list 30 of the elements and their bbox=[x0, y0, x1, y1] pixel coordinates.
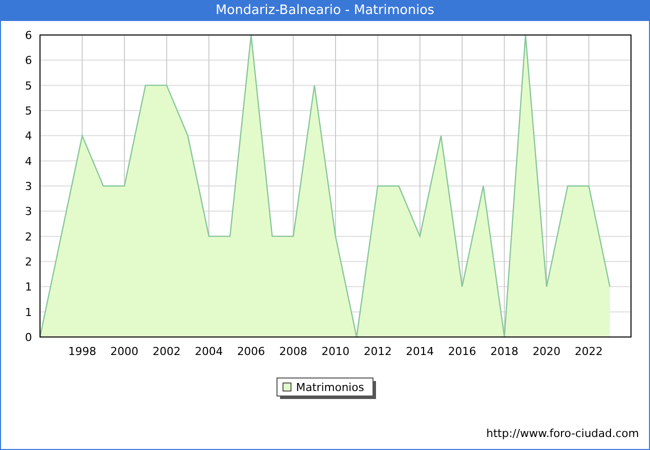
x-tick-label: 2020 bbox=[532, 345, 561, 358]
x-tick-label: 2006 bbox=[237, 345, 266, 358]
y-tick-label: 1 bbox=[25, 306, 32, 319]
x-tick-label: 2022 bbox=[574, 345, 603, 358]
x-tick-label: 2010 bbox=[322, 345, 350, 358]
y-tick-label: 2 bbox=[25, 230, 32, 244]
y-tick-label: 1 bbox=[25, 280, 32, 294]
x-tick-label: 2008 bbox=[279, 345, 308, 358]
source-url: http://www.foro-ciudad.com bbox=[486, 427, 639, 440]
x-tick-label: 1998 bbox=[68, 345, 96, 358]
y-tick-label: 6 bbox=[25, 29, 32, 42]
chart-title: Mondariz-Balneario - Matrimonios bbox=[1, 1, 649, 21]
legend: Matrimonios bbox=[276, 378, 374, 396]
y-tick-label: 5 bbox=[25, 79, 32, 92]
y-tick-label: 3 bbox=[25, 205, 32, 218]
y-tick-label: 0 bbox=[25, 331, 32, 344]
y-tick-label: 4 bbox=[25, 130, 32, 143]
x-tick-label: 2002 bbox=[152, 345, 181, 358]
x-tick-label: 2000 bbox=[110, 345, 138, 358]
x-tick-label: 2012 bbox=[364, 345, 392, 358]
x-tick-label: 2014 bbox=[406, 345, 434, 358]
x-tick-label: 2016 bbox=[448, 345, 476, 358]
y-tick-label: 6 bbox=[25, 54, 32, 68]
legend-label: Matrimonios bbox=[296, 381, 364, 394]
y-tick-label: 2 bbox=[25, 256, 32, 268]
y-tick-label: 5 bbox=[25, 104, 32, 118]
y-tick-label: 4 bbox=[25, 154, 32, 168]
x-tick-label: 2004 bbox=[194, 345, 223, 358]
x-tick-label: 2018 bbox=[490, 345, 518, 358]
y-tick-label: 3 bbox=[25, 180, 32, 193]
